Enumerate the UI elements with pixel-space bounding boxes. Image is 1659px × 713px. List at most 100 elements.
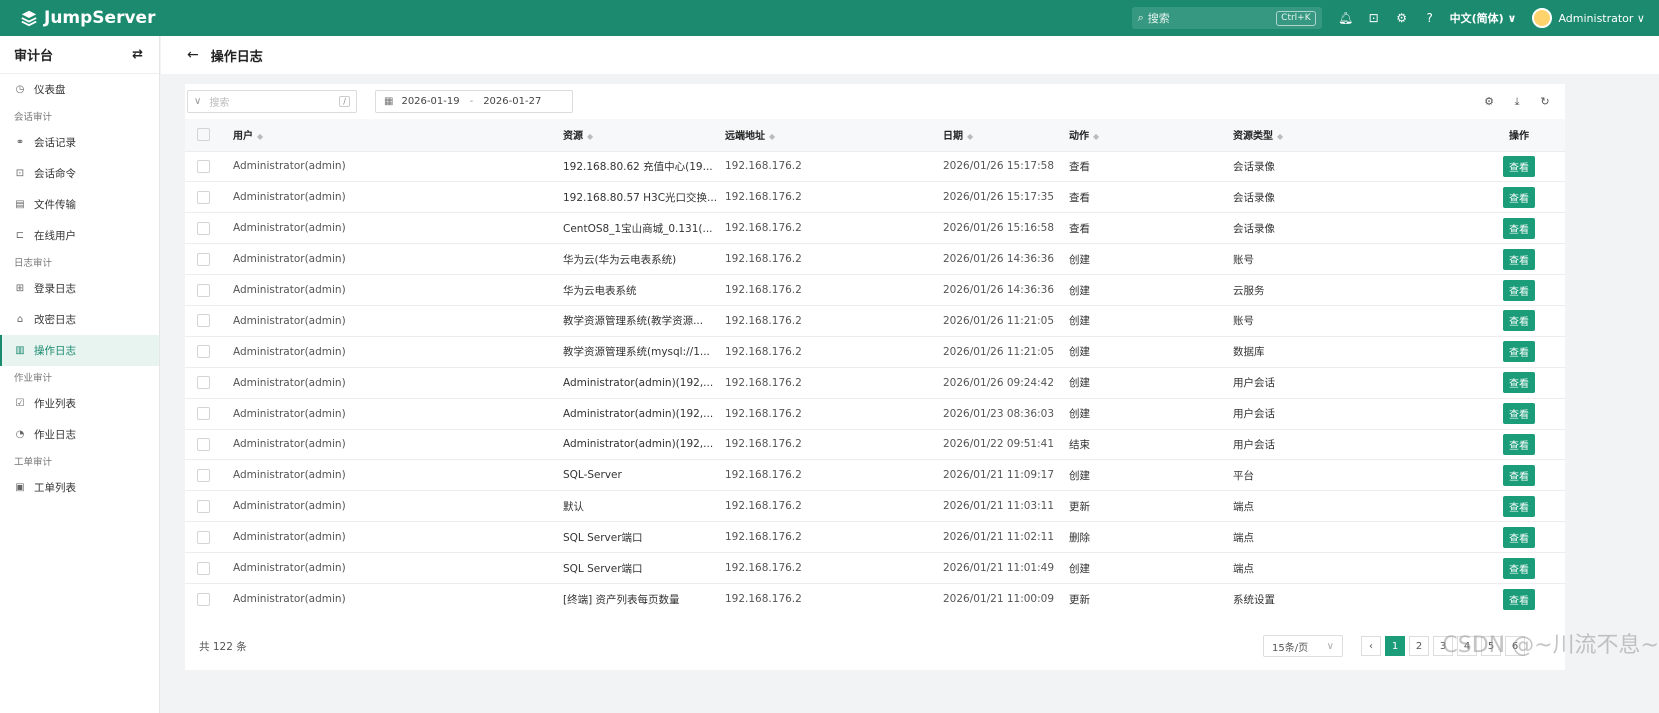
date-to[interactable]: 2026-01-27 <box>483 96 541 107</box>
view-button[interactable]: 查看 <box>1503 557 1535 579</box>
view-button[interactable]: 查看 <box>1503 464 1535 486</box>
search-input[interactable]: ∨ 搜索 / <box>187 90 357 113</box>
row-checkbox[interactable] <box>197 468 210 482</box>
view-button[interactable]: 查看 <box>1503 155 1535 177</box>
sidebar-item[interactable]: ☑ 作业列表 <box>0 388 159 419</box>
table-row[interactable]: Administrator(admin) Administrator(admin)… <box>185 428 1565 460</box>
chevron-down-icon[interactable]: ∨ <box>194 96 201 107</box>
table-row[interactable]: Administrator(admin) 教学资源管理系统(mysql://1..… <box>185 335 1565 368</box>
download-icon[interactable]: ⤓ <box>1503 95 1531 109</box>
column-header-resource-type[interactable]: 资源类型 ◆ <box>1233 119 1473 151</box>
menu-icon: ⊞ <box>15 283 25 294</box>
view-button[interactable]: 查看 <box>1503 279 1535 301</box>
view-button[interactable]: 查看 <box>1503 588 1535 610</box>
row-checkbox[interactable] <box>197 437 210 451</box>
settings-icon[interactable]: ⚙ <box>1388 7 1416 29</box>
sort-icon[interactable]: ◆ <box>967 132 973 141</box>
page-size-select[interactable]: 15条/页 ∨ <box>1263 635 1343 657</box>
column-header-date[interactable]: 日期 ◆ <box>943 119 1069 151</box>
table-row[interactable]: Administrator(admin) CentOS8_1宝山商城_0.131(… <box>185 212 1565 244</box>
terminal-icon[interactable]: ⊡ <box>1360 7 1388 29</box>
table-row[interactable]: Administrator(admin) SQL Server端口 192.168.… <box>185 552 1565 584</box>
view-button[interactable]: 查看 <box>1503 433 1535 455</box>
table-row[interactable]: Administrator(admin) 华为云(华为云电表系统) 192.168.… <box>185 243 1565 275</box>
table-row[interactable]: Administrator(admin) 192.168.80.62 充值中心(1… <box>185 150 1565 182</box>
row-checkbox[interactable] <box>197 252 210 266</box>
sidebar-item-label: 改密日志 <box>34 314 76 326</box>
table-row[interactable]: Administrator(admin) 教学资源管理系统(教学资源... 192.… <box>185 304 1565 337</box>
cell-resource: [终端] 资产列表每页数量 <box>563 582 725 615</box>
refresh-icon[interactable]: ↻ <box>1531 95 1559 109</box>
table-row[interactable]: Administrator(admin) SQL Server端口 192.168.… <box>185 521 1565 553</box>
row-checkbox[interactable] <box>197 159 210 173</box>
row-checkbox[interactable] <box>197 530 210 544</box>
table-row[interactable]: Administrator(admin) SQL-Server 192.168.17… <box>185 459 1565 491</box>
sort-icon[interactable]: ◆ <box>257 132 263 141</box>
column-header-remote-addr[interactable]: 远端地址 ◆ <box>725 119 943 151</box>
row-checkbox[interactable] <box>197 345 210 359</box>
row-checkbox[interactable] <box>197 190 210 204</box>
row-checkbox[interactable] <box>197 561 210 575</box>
sort-icon[interactable]: ◆ <box>1277 132 1283 141</box>
view-button[interactable]: 查看 <box>1503 403 1535 425</box>
view-button[interactable]: 查看 <box>1503 186 1535 208</box>
column-header-resource[interactable]: 资源 ◆ <box>563 119 725 151</box>
table-row[interactable]: Administrator(admin) 192.168.80.57 H3C光口交… <box>185 181 1565 213</box>
sidebar-item[interactable]: ◔ 作业日志 <box>0 419 159 450</box>
row-checkbox[interactable] <box>197 376 210 390</box>
sidebar-item[interactable]: ⊞ 登录日志 <box>0 273 159 304</box>
view-button[interactable]: 查看 <box>1503 372 1535 394</box>
view-button[interactable]: 查看 <box>1503 495 1535 517</box>
date-from[interactable]: 2026-01-19 <box>401 96 459 107</box>
bell-icon[interactable]: 🔔︎ <box>1332 7 1360 29</box>
table-row[interactable]: Administrator(admin) [终端] 资产列表每页数量 192.168… <box>185 582 1565 615</box>
sidebar: 审计台 ⇄ ◷ 仪表盘 会话审计 ⚭ 会话记录 ⊡ 会话命令 ▤ 文件传输 ⊏ 在线用户 日志审计 ⊞ 登… <box>0 36 160 713</box>
user-menu[interactable]: Administrator ∨ <box>1532 8 1645 28</box>
column-header-user[interactable]: 用户 ◆ <box>233 119 563 151</box>
cell-resource: 教学资源管理系统(教学资源... <box>563 304 725 337</box>
view-button[interactable]: 查看 <box>1503 526 1535 548</box>
row-checkbox[interactable] <box>197 283 210 297</box>
date-range-picker[interactable]: ▦ 2026-01-19 - 2026-01-27 <box>375 90 573 113</box>
select-all-checkbox[interactable] <box>197 128 210 142</box>
settings-icon[interactable]: ⚙ <box>1475 95 1503 109</box>
global-search[interactable]: ⌕ 搜索 Ctrl+K <box>1131 7 1322 29</box>
sidebar-item[interactable]: ⊏ 在线用户 <box>0 220 159 251</box>
view-button[interactable]: 查看 <box>1503 217 1535 239</box>
page-number-button[interactable]: 1 <box>1385 636 1405 656</box>
column-header-action[interactable]: 动作 ◆ <box>1069 119 1233 151</box>
row-checkbox[interactable] <box>197 407 210 421</box>
sidebar-item[interactable]: ▤ 文件传输 <box>0 189 159 220</box>
view-button[interactable]: 查看 <box>1503 341 1535 363</box>
cell-action: 创建 <box>1069 243 1233 275</box>
table-row[interactable]: Administrator(admin) 默认 192.168.176.2 2026/… <box>185 490 1565 522</box>
row-checkbox[interactable] <box>197 314 210 328</box>
sidebar-item[interactable]: ◷ 仪表盘 <box>0 74 159 105</box>
language-selector[interactable]: 中文(简体) ∨ <box>1450 10 1517 26</box>
switch-view-icon[interactable]: ⇄ <box>132 47 143 62</box>
sort-icon[interactable]: ◆ <box>1093 132 1099 141</box>
row-checkbox[interactable] <box>197 592 210 606</box>
sidebar-item[interactable]: ⚭ 会话记录 <box>0 127 159 158</box>
sidebar-item[interactable]: ▥ 操作日志 <box>0 335 159 366</box>
table-row[interactable]: Administrator(admin) 华为云电表系统 192.168.176.2… <box>185 274 1565 306</box>
cell-resource: CentOS8_1宝山商城_0.131(... <box>563 212 725 244</box>
prev-page-button[interactable]: ‹ <box>1361 636 1381 656</box>
sidebar-item[interactable]: ⊡ 会话命令 <box>0 158 159 189</box>
brand-logo[interactable]: JumpServer <box>0 8 170 28</box>
help-icon[interactable]: ? <box>1416 7 1444 29</box>
view-button[interactable]: 查看 <box>1503 248 1535 270</box>
table-row[interactable]: Administrator(admin) Administrator(admin)… <box>185 397 1565 430</box>
row-checkbox[interactable] <box>197 499 210 513</box>
view-button[interactable]: 查看 <box>1503 310 1535 332</box>
table-row[interactable]: Administrator(admin) Administrator(admin)… <box>185 366 1565 399</box>
sidebar-item[interactable]: ⌂ 改密日志 <box>0 304 159 335</box>
sidebar-item-label: 登录日志 <box>34 283 76 295</box>
back-arrow-icon[interactable]: ← <box>187 47 199 63</box>
page-number-button[interactable]: 2 <box>1409 636 1429 656</box>
sort-icon[interactable]: ◆ <box>769 132 775 141</box>
sidebar-item[interactable]: ▣ 工单列表 <box>0 472 159 503</box>
row-checkbox[interactable] <box>197 221 210 235</box>
cell-user: Administrator(admin) <box>233 304 563 337</box>
sort-icon[interactable]: ◆ <box>587 132 593 141</box>
